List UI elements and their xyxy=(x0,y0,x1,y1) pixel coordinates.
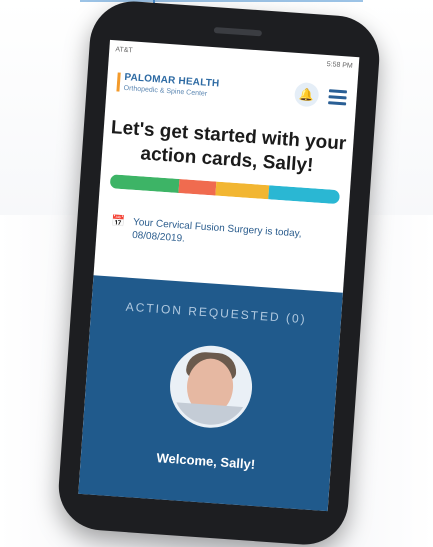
phone-screen: AT&T 5:58 PM PALOMAR HEALTH Orthopedic &… xyxy=(78,39,360,512)
progress-segment-green xyxy=(109,174,180,193)
progress-bar xyxy=(109,174,341,205)
brand-accent-bar xyxy=(116,71,121,92)
status-icons-time: 5:58 PM xyxy=(326,60,354,70)
hamburger-menu-icon[interactable] xyxy=(328,88,348,105)
page-heading: Let's get started with your action cards… xyxy=(110,117,347,177)
action-requested-title: ACTION REQUESTED (0) xyxy=(125,299,308,327)
brand-logo[interactable]: PALOMAR HEALTH Orthopedic & Spine Center xyxy=(116,71,220,98)
surgery-notice: 📅 Your Cervical Fusion Surgery is today,… xyxy=(110,214,333,255)
phone-device: AT&T 5:58 PM PALOMAR HEALTH Orthopedic &… xyxy=(55,0,383,547)
welcome-text: Welcome, Sally! xyxy=(156,450,256,472)
progress-segment-red xyxy=(178,179,217,196)
calendar-icon: 📅 xyxy=(110,215,126,229)
surgery-notice-text: Your Cervical Fusion Surgery is today, 0… xyxy=(131,216,302,245)
action-section: ACTION REQUESTED (0) Welcome, Sally! xyxy=(78,275,343,512)
progress-segment-teal xyxy=(267,185,341,205)
progress-segment-yellow xyxy=(215,181,269,200)
carrier-label: AT&T xyxy=(115,45,133,54)
avatar xyxy=(167,342,255,431)
phone-speaker xyxy=(213,27,263,37)
bell-icon[interactable]: 🔔 xyxy=(293,81,320,108)
